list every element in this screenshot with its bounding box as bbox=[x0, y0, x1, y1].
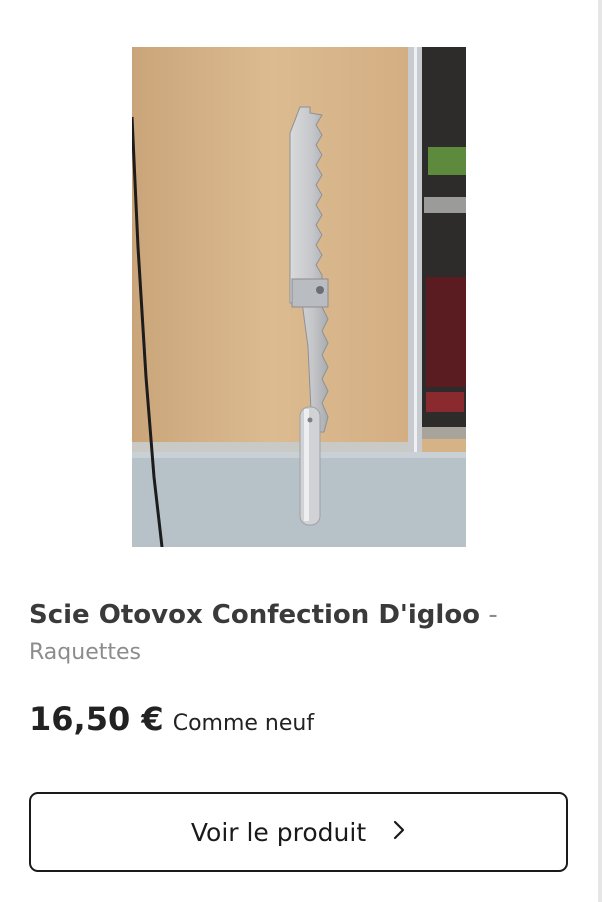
product-title-line[interactable]: Scie Otovox Confection D'igloo - bbox=[29, 598, 579, 632]
product-title[interactable]: Scie Otovox Confection D'igloo bbox=[29, 600, 480, 630]
chevron-right-icon bbox=[392, 819, 406, 846]
product-condition: Comme neuf bbox=[172, 711, 315, 736]
card-edge bbox=[598, 0, 602, 902]
view-product-label: Voir le produit bbox=[190, 817, 367, 847]
product-category: Raquettes bbox=[29, 640, 141, 665]
view-product-button[interactable]: Voir le produit bbox=[29, 792, 568, 872]
title-separator: - bbox=[488, 600, 498, 630]
product-price: 16,50 € bbox=[29, 700, 164, 738]
product-image[interactable] bbox=[132, 47, 466, 547]
price-line: 16,50 € Comme neuf bbox=[29, 700, 314, 738]
